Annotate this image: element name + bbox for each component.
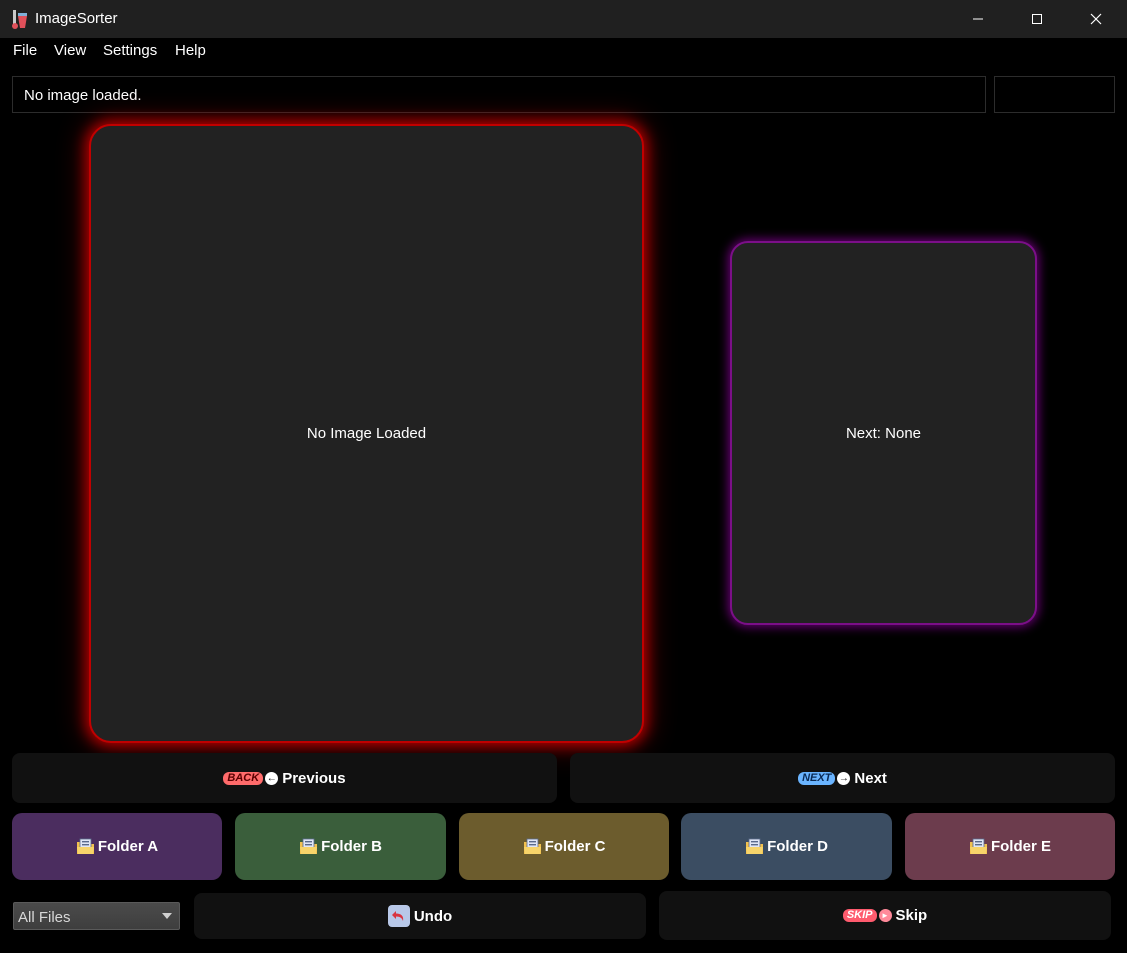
minimize-button[interactable] bbox=[949, 0, 1007, 38]
skip-forward-icon: ► bbox=[878, 909, 892, 922]
maximize-button[interactable] bbox=[1008, 0, 1066, 38]
menu-view[interactable]: View bbox=[54, 42, 86, 59]
folder-icon bbox=[76, 838, 94, 854]
folder-a-button[interactable]: Folder A bbox=[12, 813, 222, 880]
menu-file[interactable]: File bbox=[13, 42, 37, 59]
folder-d-button[interactable]: Folder D bbox=[681, 813, 892, 880]
undo-icon bbox=[387, 905, 410, 927]
folder-e-button[interactable]: Folder E bbox=[905, 813, 1115, 880]
next-label: Next bbox=[854, 769, 887, 787]
folder-icon bbox=[746, 838, 764, 854]
close-icon bbox=[1090, 13, 1102, 25]
folder-b-button[interactable]: Folder B bbox=[235, 813, 446, 880]
folder-c-button[interactable]: Folder C bbox=[459, 813, 669, 880]
skip-badge-icon: SKIP bbox=[842, 909, 877, 922]
status-text: No image loaded. bbox=[24, 87, 142, 104]
previous-label: Previous bbox=[282, 769, 346, 787]
current-image-placeholder: No Image Loaded bbox=[306, 425, 427, 442]
undo-button[interactable]: Undo bbox=[194, 893, 646, 939]
title-bar: ImageSorter bbox=[0, 0, 1127, 38]
menu-settings[interactable]: Settings bbox=[103, 42, 157, 59]
folder-icon bbox=[969, 838, 987, 854]
status-bar: No image loaded. bbox=[12, 76, 986, 113]
menu-help[interactable]: Help bbox=[175, 42, 206, 59]
back-badge-icon: BACK bbox=[223, 771, 264, 785]
folder-a-label: Folder A bbox=[97, 838, 159, 855]
menu-bar: File View Settings Help bbox=[0, 38, 1127, 64]
next-button[interactable]: NEXT → Next bbox=[570, 753, 1115, 803]
arrow-left-icon: ← bbox=[265, 771, 279, 785]
arrow-right-icon: → bbox=[837, 771, 851, 785]
next-image-placeholder: Next: None bbox=[845, 424, 922, 442]
skip-label: Skip bbox=[895, 907, 928, 924]
window-title: ImageSorter bbox=[35, 10, 118, 27]
skip-button[interactable]: SKIP ► Skip bbox=[659, 891, 1111, 940]
file-filter-value: All Files bbox=[18, 909, 71, 926]
close-button[interactable] bbox=[1067, 0, 1125, 38]
folder-d-label: Folder D bbox=[767, 838, 828, 855]
maximize-icon bbox=[1032, 14, 1042, 24]
folder-icon bbox=[523, 838, 541, 854]
app-icon bbox=[12, 10, 27, 29]
chevron-down-icon bbox=[162, 913, 172, 919]
undo-label: Undo bbox=[413, 907, 453, 925]
minimize-icon bbox=[973, 18, 983, 20]
folder-e-label: Folder E bbox=[990, 838, 1051, 855]
file-filter-dropdown[interactable]: All Files bbox=[13, 902, 180, 930]
folder-icon bbox=[300, 838, 318, 854]
folder-c-label: Folder C bbox=[544, 838, 606, 855]
next-badge-icon: NEXT bbox=[798, 771, 836, 785]
status-side-box bbox=[994, 76, 1115, 113]
current-image-panel: No Image Loaded bbox=[89, 124, 644, 743]
previous-button[interactable]: BACK ← Previous bbox=[12, 753, 557, 803]
next-image-panel: Next: None bbox=[730, 241, 1037, 625]
folder-b-label: Folder B bbox=[321, 838, 382, 855]
